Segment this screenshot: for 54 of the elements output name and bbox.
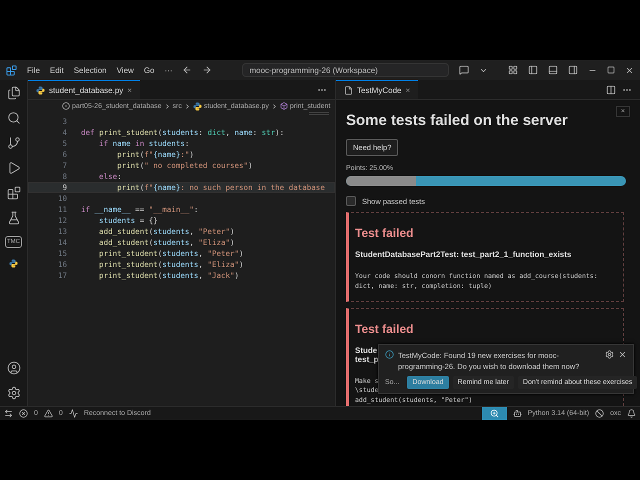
chat-icon[interactable] — [459, 65, 469, 75]
warning-icon[interactable] — [44, 409, 53, 418]
menu-item[interactable]: ··· — [164, 66, 172, 74]
result-title: Test failed — [355, 226, 414, 240]
flask-icon[interactable] — [6, 211, 20, 225]
pulse-icon — [68, 409, 78, 418]
test-name: StudentDatabasePart2Test: test_part2_1_function_exists — [355, 250, 572, 259]
python-icon — [9, 259, 18, 268]
error-icon[interactable] — [19, 409, 28, 418]
zoom-in-icon[interactable] — [482, 407, 507, 420]
bell-icon[interactable] — [627, 409, 636, 418]
app-logo-icon — [6, 64, 17, 76]
chevron-right-icon — [164, 102, 171, 110]
menu-item[interactable]: Selection — [74, 66, 107, 74]
target-icon — [62, 102, 70, 110]
bot-icon[interactable] — [512, 409, 522, 418]
chevron-right-icon — [184, 102, 191, 110]
testmycode-tab[interactable]: TestMyCode × — [336, 80, 418, 99]
test-name: Stude test_p — [355, 346, 379, 364]
menu-item[interactable]: Go — [144, 66, 154, 74]
python-icon — [192, 102, 202, 110]
file-icon — [344, 86, 353, 94]
layout-grid-icon[interactable] — [508, 65, 518, 75]
result-title: Test failed — [355, 322, 414, 336]
editor-tab[interactable]: student_database.py × — [28, 80, 140, 99]
settings-icon[interactable] — [605, 350, 614, 358]
cube-icon — [280, 102, 288, 110]
menu-item[interactable]: View — [116, 66, 134, 74]
close-icon[interactable] — [618, 350, 627, 358]
settings-icon[interactable] — [6, 386, 20, 400]
extensions-icon[interactable] — [6, 186, 20, 200]
play-icon[interactable] — [6, 161, 20, 175]
menu-item[interactable]: File — [27, 66, 40, 74]
close-icon[interactable] — [625, 66, 634, 74]
panel-bottom-icon[interactable] — [548, 65, 558, 75]
forward-arrow-icon[interactable] — [202, 65, 212, 75]
chevron-right-icon — [270, 102, 278, 110]
ban-icon — [595, 409, 604, 418]
remote-icon[interactable] — [4, 409, 13, 418]
checkbox[interactable] — [346, 196, 356, 206]
page-heading: Some tests failed on the server — [346, 112, 568, 129]
search-icon[interactable] — [6, 111, 20, 125]
maximize-icon[interactable] — [607, 66, 615, 74]
account-icon[interactable] — [6, 361, 20, 375]
split-editor-icon[interactable] — [606, 84, 616, 94]
panel-right-icon[interactable] — [568, 65, 578, 75]
panel-left-icon[interactable] — [528, 65, 538, 75]
branch-icon[interactable] — [6, 136, 20, 150]
back-arrow-icon[interactable] — [182, 65, 192, 75]
info-icon — [385, 350, 394, 358]
command-center-field[interactable]: mooc-programming-26 (Workspace) — [242, 63, 449, 77]
files-icon[interactable] — [6, 86, 20, 100]
python-icon — [36, 86, 45, 94]
menu-item[interactable]: Edit — [50, 66, 64, 74]
